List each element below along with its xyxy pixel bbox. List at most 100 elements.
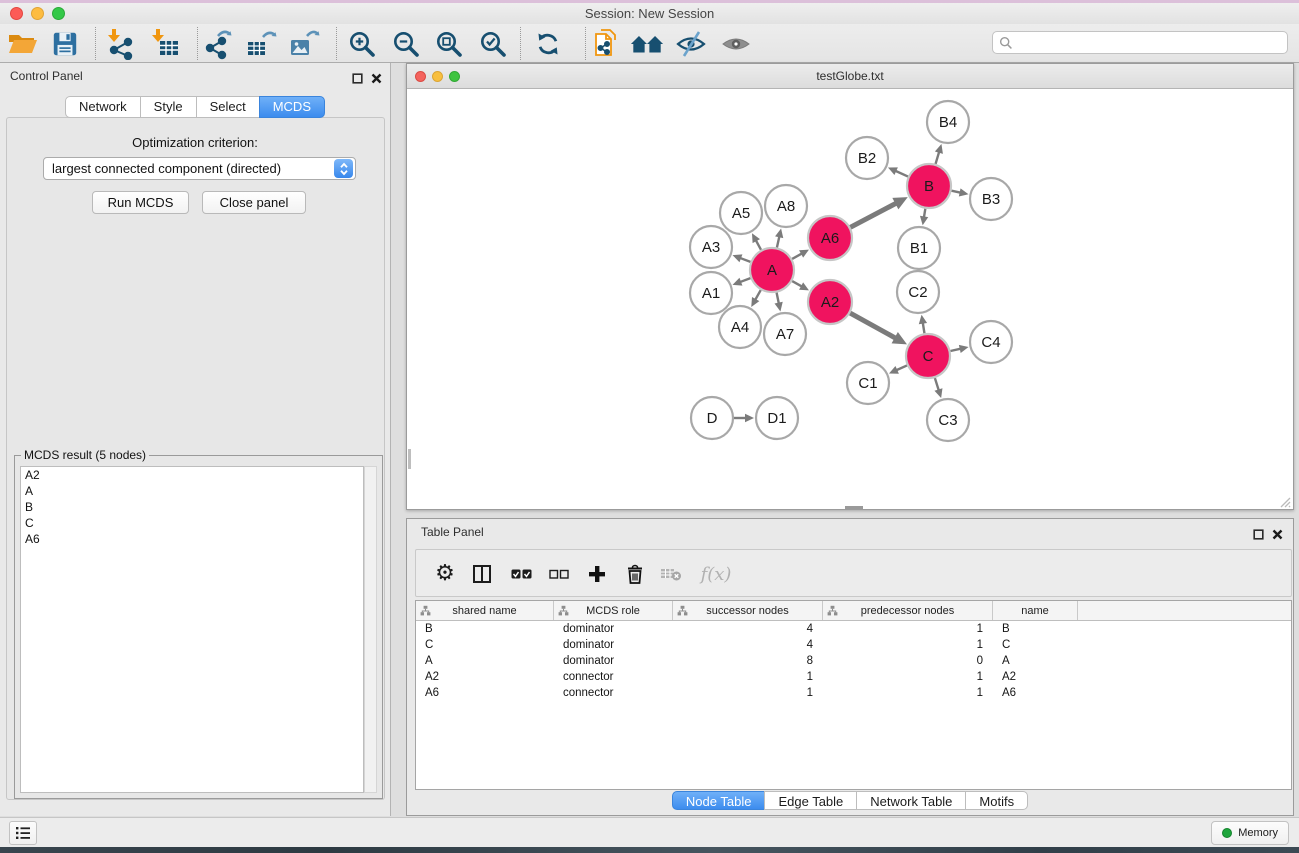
run-mcds-button[interactable]: Run MCDS [92,191,189,214]
import-network-button[interactable] [104,27,138,61]
zoom-fit-button[interactable] [432,27,466,61]
mcds-result-item[interactable]: C [21,515,363,531]
open-session-button[interactable] [6,27,40,61]
graph-edge-A-A5[interactable] [756,240,761,250]
graph-node-C[interactable]: C [906,334,950,378]
column-header-mcds-role[interactable]: MCDS role [554,601,673,620]
graph-edge-B-B2[interactable] [895,171,908,177]
graph-node-B2[interactable]: B2 [846,137,888,179]
table-row[interactable]: Adominator80A [416,653,1291,669]
tab-style[interactable]: Style [140,96,197,118]
graph-node-A7[interactable]: A7 [764,313,806,355]
graph-node-A[interactable]: A [750,248,794,292]
export-image-button[interactable] [287,27,321,61]
table-settings-button[interactable]: ⚙ [428,557,462,591]
graph-edge-A-A2[interactable] [792,281,802,286]
graph-edge-B-B3[interactable] [952,191,961,193]
refresh-view-button[interactable] [531,27,565,61]
mcds-result-scrollbar[interactable] [364,466,377,793]
tab-motifs[interactable]: Motifs [965,791,1028,810]
graph-node-A2[interactable]: A2 [808,280,852,324]
vertical-scroll-thumb[interactable] [408,449,411,469]
table-row[interactable]: A2connector11A2 [416,669,1291,685]
graph-edge-C-C1[interactable] [896,365,907,370]
network-graph[interactable]: B4 B2 B B3 A5A8A6 B1 A3 A C2 A1 A2 A4A7 C4 C C1 C3 D D1 [408,89,1292,509]
table-row[interactable]: A6connector11A6 [416,685,1291,701]
zoom-out-button[interactable] [389,27,423,61]
graph-node-A8[interactable]: A8 [765,185,807,227]
horizontal-scroll-thumb[interactable] [845,506,863,509]
mcds-result-item[interactable]: A [21,483,363,499]
graph-edge-B-B4[interactable] [936,152,940,164]
delete-table-button[interactable] [654,557,688,591]
tab-mcds[interactable]: MCDS [259,96,325,118]
column-header-shared-name[interactable]: shared name [416,601,554,620]
close-panel-icon[interactable] [371,73,382,84]
graph-edge-A2-C[interactable] [850,313,895,338]
graph-edge-C-C3[interactable] [935,378,939,390]
graph-edge-A6-B[interactable] [850,203,896,227]
graph-node-B1[interactable]: B1 [898,227,940,269]
search-input[interactable] [1017,36,1281,50]
graph-node-C3[interactable]: C3 [927,399,969,441]
graph-node-A3[interactable]: A3 [690,226,732,268]
close-table-panel-icon[interactable] [1272,529,1283,540]
tab-node-table[interactable]: Node Table [672,791,766,810]
show-column-button[interactable] [465,557,499,591]
import-table-button[interactable] [149,27,183,61]
toolbar-search[interactable] [992,31,1288,54]
tab-edge-table[interactable]: Edge Table [764,791,857,810]
table-row[interactable]: Cdominator41C [416,637,1291,653]
graph-node-A5[interactable]: A5 [720,192,762,234]
column-header-successor-nodes[interactable]: successor nodes [673,601,823,620]
graph-node-A6[interactable]: A6 [808,216,852,260]
add-column-button[interactable] [580,557,614,591]
tab-network-table[interactable]: Network Table [856,791,966,810]
function-builder-button[interactable]: f(x) [696,557,736,591]
graph-edge-A-A8[interactable] [777,236,779,247]
graph-edge-B-B1[interactable] [924,209,925,218]
hide-selected-button[interactable] [674,27,708,61]
network-from-file-button[interactable] [590,27,624,61]
graph-node-B4[interactable]: B4 [927,101,969,143]
tab-network[interactable]: Network [65,96,141,118]
export-table-button[interactable] [244,27,278,61]
graph-edge-A-A6[interactable] [792,253,802,258]
delete-columns-button[interactable] [618,557,652,591]
select-all-columns-button[interactable] [504,557,538,591]
criterion-dropdown[interactable]: largest connected component (directed) [43,157,356,180]
graph-edge-C-C2[interactable] [923,323,925,334]
float-panel-icon[interactable] [352,73,363,84]
show-all-button[interactable] [719,27,753,61]
graph-edge-A-A1[interactable] [740,278,750,282]
column-header-name[interactable]: name [993,601,1078,620]
graph-node-A1[interactable]: A1 [690,272,732,314]
save-session-button[interactable] [48,27,82,61]
mcds-result-item[interactable]: A2 [21,467,363,483]
graph-node-D1[interactable]: D1 [756,397,798,439]
graph-node-C4[interactable]: C4 [970,321,1012,363]
graph-node-C2[interactable]: C2 [897,271,939,313]
graph-node-C1[interactable]: C1 [847,362,889,404]
zoom-selected-button[interactable] [476,27,510,61]
mcds-result-item[interactable]: B [21,499,363,515]
zoom-in-button[interactable] [345,27,379,61]
graph-edge-A-A3[interactable] [740,258,750,262]
graph-edge-C-C4[interactable] [950,349,960,351]
mcds-result-item[interactable]: A6 [21,531,363,547]
resize-grip-icon[interactable] [1278,495,1291,508]
export-network-button[interactable] [201,27,235,61]
close-panel-button[interactable]: Close panel [202,191,306,214]
tab-select[interactable]: Select [196,96,260,118]
show-panels-menu-button[interactable] [9,821,37,845]
float-table-panel-icon[interactable] [1253,529,1264,540]
deselect-all-columns-button[interactable] [542,557,576,591]
graph-node-A4[interactable]: A4 [719,306,761,348]
network-canvas[interactable]: B4 B2 B B3 A5A8A6 B1 A3 A C2 A1 A2 A4A7 C4 C C1 C3 D D1 [408,89,1292,509]
graph-node-B[interactable]: B [907,164,951,208]
graph-node-B3[interactable]: B3 [970,178,1012,220]
memory-button[interactable]: Memory [1211,821,1289,845]
graph-node-D[interactable]: D [691,397,733,439]
table-row[interactable]: Bdominator41B [416,621,1291,637]
first-neighbors-button[interactable] [630,27,664,61]
